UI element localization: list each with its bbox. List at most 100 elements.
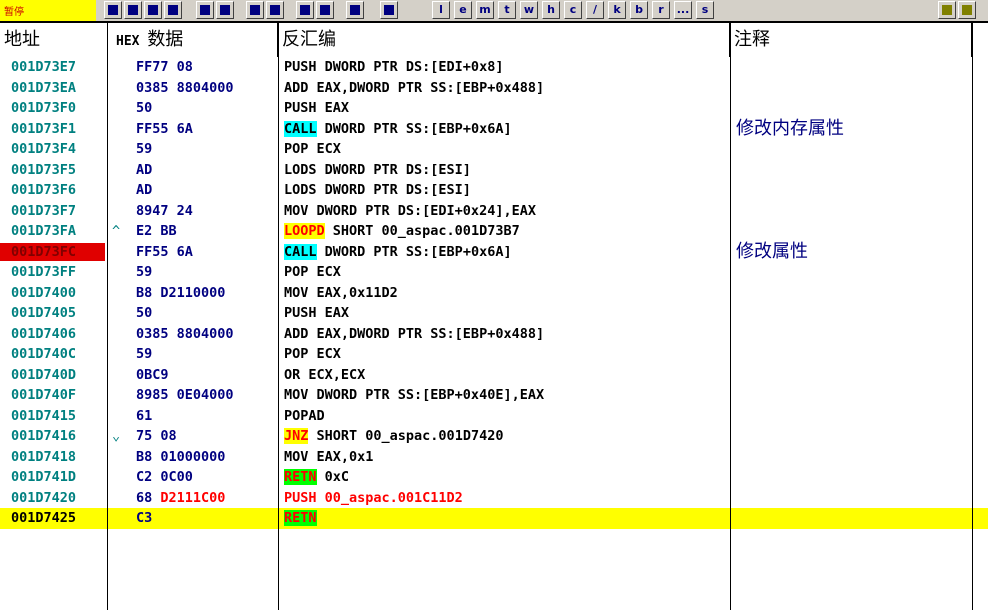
column-header-disasm[interactable]: 反汇编	[278, 23, 730, 57]
column-header-comment[interactable]: 注释	[730, 23, 972, 57]
toolbar-button-label: b	[635, 3, 643, 16]
table-row[interactable]: 001D741D C2 0C00 RETN 0xC	[0, 467, 988, 488]
table-row[interactable]: 001D740F 8985 0E04000 MOV DWORD PTR SS:[EB…	[0, 385, 988, 406]
row-hex: 0385 8804000	[136, 325, 234, 342]
toolbar-icon-button[interactable]	[164, 1, 182, 19]
asm-text: PUSH 00_aspac.001C11D2	[284, 489, 463, 506]
toolbar-button-10[interactable]: r	[652, 1, 670, 19]
row-address: 001D740C	[11, 346, 77, 362]
asm-text: MOV DWORD PTR DS:[EDI+0x24],EAX	[284, 202, 536, 219]
toolbar-icon-button[interactable]	[124, 1, 142, 19]
toolbar-glyph-icon	[350, 5, 360, 15]
toolbar-icon-button[interactable]	[144, 1, 162, 19]
toolbar-icon-button[interactable]	[380, 1, 398, 19]
row-comment	[736, 447, 972, 468]
toolbar-button-3[interactable]: t	[498, 1, 516, 19]
toolbar-icon-button[interactable]	[246, 1, 264, 19]
jump-arrow-icon	[108, 57, 132, 78]
column-header-address[interactable]: 地址	[0, 23, 108, 57]
asm-text: ADD EAX,DWORD PTR SS:[EBP+0x488]	[284, 325, 545, 342]
toolbar-icon-button[interactable]	[316, 1, 334, 19]
toolbar-button-8[interactable]: k	[608, 1, 626, 19]
table-row[interactable]: 001D73F5 AD LODS DWORD PTR DS:[ESI]	[0, 160, 988, 181]
toolbar-button-6[interactable]: c	[564, 1, 582, 19]
jump-arrow-icon	[108, 262, 132, 283]
row-hex: C2 0C00	[136, 469, 193, 485]
table-row[interactable]: 001D73FA ^ E2 BB LOOPD SHORT 00_aspac.001D7…	[0, 221, 988, 242]
table-row[interactable]: 001D73FF 59 POP ECX	[0, 262, 988, 283]
table-row[interactable]: 001D73FC FF55 6A CALL DWORD PTR SS:[EBP+0x…	[0, 240, 988, 263]
toolbar-icon-button[interactable]	[216, 1, 234, 19]
toolbar-button-7[interactable]: /	[586, 1, 604, 19]
row-address: 001D7416	[11, 428, 77, 444]
toolbar-button-4[interactable]: w	[520, 1, 538, 19]
row-comment	[736, 426, 972, 447]
table-row[interactable]: 001D740C 59 POP ECX	[0, 344, 988, 365]
table-row[interactable]: 001D7425 C3 RETN	[0, 508, 988, 529]
toolbar-button-0[interactable]: l	[432, 1, 450, 19]
jump-arrow-icon	[108, 324, 132, 345]
column-header-comment-label: 注释	[734, 29, 770, 50]
row-disassembly: POP ECX	[284, 344, 730, 365]
row-hex: 50	[136, 100, 153, 116]
table-row[interactable]: 001D73EA 0385 8804000 ADD EAX,DWORD PTR SS…	[0, 78, 988, 99]
jump-arrow-icon: ⌄	[112, 428, 121, 444]
row-hex: 0385 8804000	[136, 79, 234, 96]
table-row[interactable]: 001D7420 68 D2111C00 PUSH 00_aspac.001C11D…	[0, 488, 988, 509]
table-row[interactable]: 001D73F7 8947 24 MOV DWORD PTR DS:[EDI+0x2…	[0, 201, 988, 222]
row-comment	[736, 344, 972, 365]
asm-text: PUSH EAX	[284, 100, 350, 116]
toolbar-button-2[interactable]: m	[476, 1, 494, 19]
toolbar-icon-button[interactable]	[196, 1, 214, 19]
toolbar-button-9[interactable]: b	[630, 1, 648, 19]
toolbar-icon-button[interactable]	[296, 1, 314, 19]
table-row[interactable]: 001D73F0 50 PUSH EAX	[0, 98, 988, 119]
table-row[interactable]: 001D7416 ⌄ 75 08 JNZ SHORT 00_aspac.001D742…	[0, 426, 988, 447]
row-disassembly: MOV EAX,0x1	[284, 447, 730, 468]
row-address: 001D73EA	[11, 79, 77, 96]
asm-text: LODS DWORD PTR DS:[ESI]	[284, 182, 471, 198]
toolbar-glyph-icon	[250, 5, 260, 15]
toolbar-grid-button[interactable]	[938, 1, 956, 19]
toolbar-button-label: l	[439, 3, 443, 16]
table-row[interactable]: 001D7418 B8 01000000 MOV EAX,0x1	[0, 447, 988, 468]
toolbar-glyph-icon	[168, 5, 178, 15]
jump-arrow-icon	[108, 508, 132, 529]
row-hex: 59	[136, 141, 153, 157]
row-comment	[736, 201, 972, 222]
jump-arrow-icon	[108, 119, 132, 140]
jump-arrow-icon	[108, 447, 132, 468]
toolbar-button-1[interactable]: e	[454, 1, 472, 19]
table-row[interactable]: 001D7406 0385 8804000 ADD EAX,DWORD PTR SS…	[0, 324, 988, 345]
toolbar-icon-button[interactable]	[104, 1, 122, 19]
toolbar-button-12[interactable]: s	[696, 1, 714, 19]
table-row[interactable]: 001D740D 0BC9 OR ECX,ECX	[0, 365, 988, 386]
toolbar-icon-button[interactable]	[266, 1, 284, 19]
table-row[interactable]: 001D7415 61 POPAD	[0, 406, 988, 427]
column-header-hex[interactable]: HEX 数据	[108, 23, 278, 57]
row-hex: 75 08	[136, 428, 177, 444]
jump-arrow-icon	[108, 98, 132, 119]
table-row[interactable]: 001D73F1 FF55 6A CALL DWORD PTR SS:[EBP+0x…	[0, 118, 988, 140]
toolbar-button-11[interactable]: ...	[674, 1, 692, 19]
row-comment: 修改属性	[736, 240, 808, 262]
jump-arrow-icon	[108, 406, 132, 427]
table-row[interactable]: 001D7400 B8 D2110000 MOV EAX,0x11D2	[0, 283, 988, 304]
table-row[interactable]: 001D73F4 59 POP ECX	[0, 139, 988, 160]
toolbar-grid-button[interactable]	[958, 1, 976, 19]
toolbar-glyph-icon	[128, 5, 138, 15]
asm-text: ADD EAX,DWORD PTR SS:[EBP+0x488]	[284, 79, 545, 96]
row-disassembly: CALL DWORD PTR SS:[EBP+0x6A]	[284, 242, 730, 263]
row-comment	[736, 139, 972, 160]
toolbar-button-5[interactable]: h	[542, 1, 560, 19]
status-indicator: 暂停	[0, 0, 96, 21]
table-row[interactable]: 001D7405 50 PUSH EAX	[0, 303, 988, 324]
row-disassembly: LODS DWORD PTR DS:[ESI]	[284, 180, 730, 201]
disassembly-listing[interactable]: 001D73E7 FF77 08 PUSH DWORD PTR DS:[EDI+0x…	[0, 57, 988, 529]
row-address: 001D7425	[11, 510, 77, 526]
row-comment	[736, 57, 972, 78]
toolbar-icon-button[interactable]	[346, 1, 364, 19]
table-row[interactable]: 001D73F6 AD LODS DWORD PTR DS:[ESI]	[0, 180, 988, 201]
column-header-address-label: 地址	[4, 29, 40, 50]
table-row[interactable]: 001D73E7 FF77 08 PUSH DWORD PTR DS:[EDI+0x…	[0, 57, 988, 78]
